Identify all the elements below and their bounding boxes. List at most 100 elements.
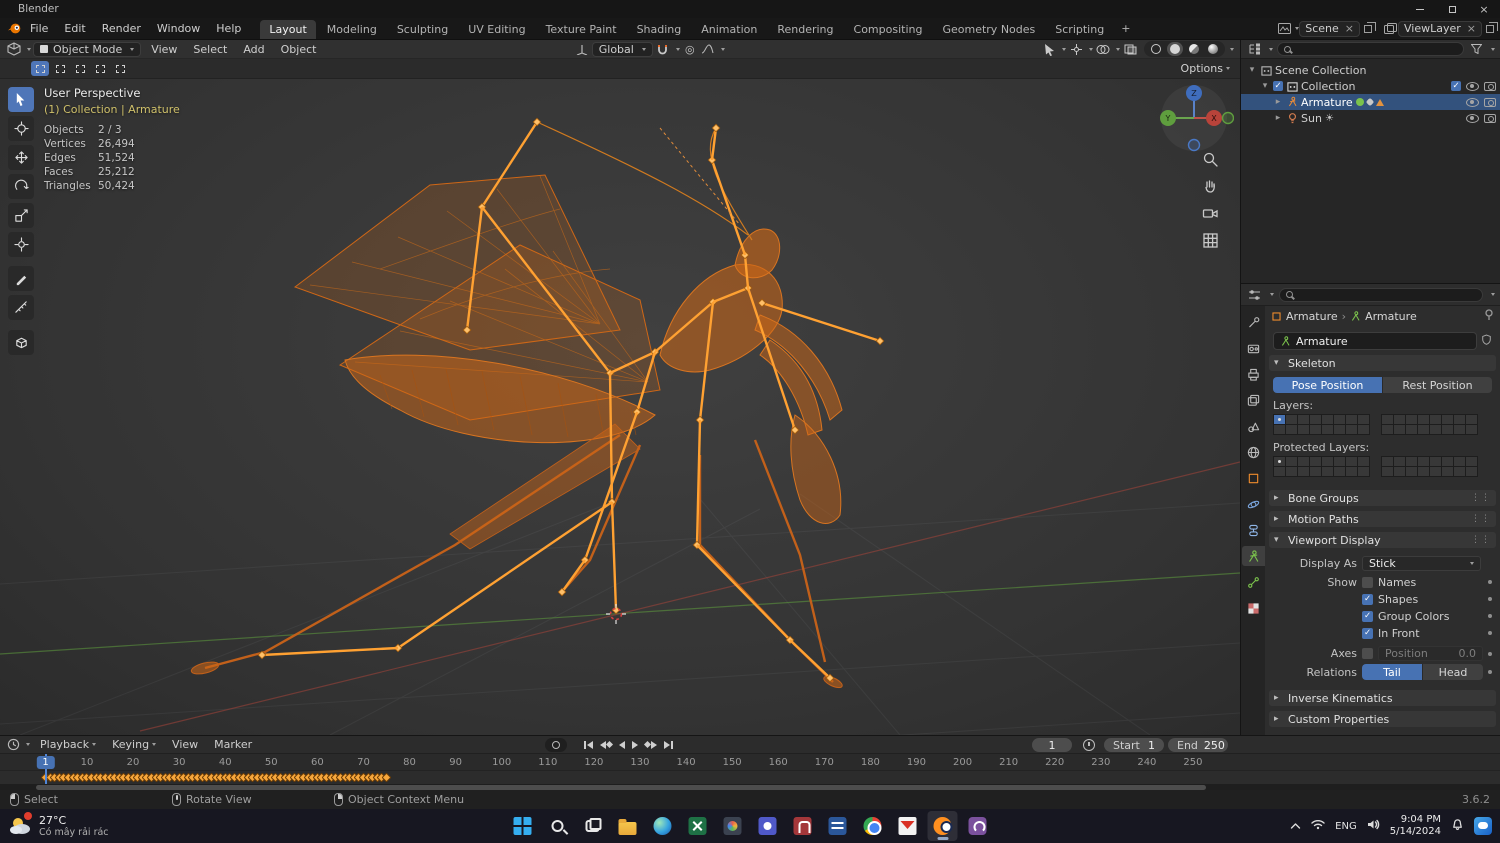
tab-physics[interactable]: [1242, 494, 1265, 514]
animate-dot[interactable]: [1488, 631, 1492, 635]
orientation-dropdown[interactable]: Global: [591, 41, 653, 57]
panel-custom-properties[interactable]: ▸ Custom Properties: [1269, 711, 1496, 727]
filter-funnel-icon[interactable]: [1468, 41, 1484, 57]
shading-solid-icon[interactable]: [1167, 42, 1183, 56]
tab-texture[interactable]: [1242, 598, 1265, 618]
select-mode-invert-icon[interactable]: [91, 61, 109, 76]
axes-position-field[interactable]: Position 0.0: [1378, 646, 1483, 661]
tab-view-layer[interactable]: [1242, 390, 1265, 410]
workspace-tab-layout[interactable]: Layout: [260, 20, 316, 39]
layer-toggle[interactable]: [1322, 457, 1334, 467]
taskbar-excel-icon[interactable]: [683, 811, 713, 841]
layer-toggle[interactable]: [1430, 467, 1442, 477]
head-button[interactable]: Head: [1422, 664, 1483, 680]
workspace-tab-shading[interactable]: Shading: [628, 20, 691, 39]
taskbar-edge-icon[interactable]: [648, 811, 678, 841]
workspace-tab-modeling[interactable]: Modeling: [318, 20, 386, 39]
display-as-dropdown[interactable]: Stick: [1362, 556, 1481, 571]
tool-add-cube[interactable]: [8, 330, 34, 355]
expander-icon[interactable]: ▸: [1273, 97, 1283, 107]
layer-toggle[interactable]: [1298, 425, 1310, 435]
widgets-icon[interactable]: [1474, 817, 1492, 835]
taskbar-photos-icon[interactable]: [718, 811, 748, 841]
play-reverse-button[interactable]: [617, 738, 627, 752]
tab-object-data[interactable]: [1241, 546, 1265, 566]
panel-viewport-display[interactable]: ▾ Viewport Display ⋮⋮: [1269, 532, 1496, 548]
tool-transform[interactable]: [8, 232, 34, 257]
layer-toggle[interactable]: [1418, 457, 1430, 467]
tool-select-box[interactable]: [8, 87, 34, 112]
zoom-icon[interactable]: [1202, 151, 1219, 171]
taskbar-access-icon[interactable]: [788, 811, 818, 841]
layer-toggle[interactable]: [1346, 467, 1358, 477]
layer-toggle[interactable]: [1418, 415, 1430, 425]
group-colors-checkbox[interactable]: [1362, 610, 1373, 622]
tab-render[interactable]: [1242, 338, 1265, 358]
layer-toggle[interactable]: [1406, 425, 1418, 435]
select-mode-subtract-icon[interactable]: [71, 61, 89, 76]
snap-magnet-icon[interactable]: [655, 41, 671, 57]
frame-end-field[interactable]: End 250: [1168, 738, 1228, 752]
layer-toggle[interactable]: [1382, 415, 1394, 425]
options-button[interactable]: Options: [1177, 62, 1234, 75]
tab-bone[interactable]: [1242, 572, 1265, 592]
select-mode-intersect-icon[interactable]: [111, 61, 129, 76]
layer-toggle[interactable]: [1274, 415, 1286, 425]
layer-toggle[interactable]: [1286, 467, 1298, 477]
add-workspace-button[interactable]: +: [1114, 22, 1137, 35]
mode-dropdown[interactable]: Object Mode: [33, 41, 142, 57]
tab-scene[interactable]: [1242, 416, 1265, 436]
workspace-tab-sculpting[interactable]: Sculpting: [388, 20, 457, 39]
outliner-editor-icon[interactable]: [1246, 41, 1262, 57]
layer-toggle[interactable]: [1394, 457, 1406, 467]
proportional-edit-icon[interactable]: ◎: [682, 41, 698, 57]
disable-render-icon[interactable]: [1484, 113, 1496, 123]
outliner-row-collection[interactable]: ▾ Collection: [1241, 78, 1500, 94]
tray-chevron-up-icon[interactable]: [1290, 820, 1301, 833]
layer-toggle[interactable]: [1298, 457, 1310, 467]
workspace-tab-uv-editing[interactable]: UV Editing: [459, 20, 534, 39]
layer-toggle[interactable]: [1406, 467, 1418, 477]
editor-type-icon[interactable]: [6, 41, 22, 57]
exclude-checkbox[interactable]: [1451, 81, 1461, 91]
tail-button[interactable]: Tail: [1362, 664, 1422, 680]
menu-edit[interactable]: Edit: [56, 22, 93, 35]
taskbar-gmail-icon[interactable]: [893, 811, 923, 841]
close-button[interactable]: ×: [1468, 0, 1500, 18]
selectability-icon[interactable]: [1041, 41, 1057, 57]
animate-dot[interactable]: [1488, 670, 1492, 674]
tool-scale[interactable]: [8, 203, 34, 228]
workspace-tab-geometry-nodes[interactable]: Geometry Nodes: [933, 20, 1044, 39]
outliner-row-armature[interactable]: ▸ Armature: [1241, 94, 1500, 110]
shading-material-icon[interactable]: [1186, 42, 1202, 56]
keying-stopwatch-icon[interactable]: [1083, 739, 1095, 751]
workspace-tab-texture-paint[interactable]: Texture Paint: [537, 20, 626, 39]
scene-selector[interactable]: Scene ×: [1299, 20, 1360, 37]
workspace-tab-scripting[interactable]: Scripting: [1046, 20, 1113, 39]
pin-icon[interactable]: [1484, 308, 1494, 324]
layer-toggle[interactable]: [1322, 415, 1334, 425]
gizmos-icon[interactable]: [1068, 41, 1084, 57]
view-layer-selector[interactable]: ViewLayer ×: [1398, 20, 1482, 37]
layer-toggle[interactable]: [1430, 425, 1442, 435]
layer-toggle[interactable]: [1454, 425, 1466, 435]
taskbar-file-explorer-icon[interactable]: [613, 811, 643, 841]
tool-cursor[interactable]: [8, 116, 34, 141]
layer-toggle[interactable]: [1454, 457, 1466, 467]
frame-start-field[interactable]: Start 1: [1104, 738, 1164, 752]
view-layer-icon[interactable]: [1382, 21, 1398, 37]
navigation-gizmo[interactable]: Z Y X: [1154, 81, 1235, 162]
layer-toggle[interactable]: [1442, 415, 1454, 425]
layer-toggle[interactable]: [1322, 467, 1334, 477]
layer-toggle[interactable]: [1394, 467, 1406, 477]
panel-motion-paths[interactable]: ▸ Motion Paths ⋮⋮: [1269, 511, 1496, 527]
perspective-grid-icon[interactable]: [1202, 232, 1219, 252]
layer-toggle[interactable]: [1286, 457, 1298, 467]
layer-toggle[interactable]: [1274, 467, 1286, 477]
viewport-menu-object[interactable]: Object: [273, 43, 325, 56]
expander-icon[interactable]: ▾: [1260, 81, 1270, 91]
layer-toggle[interactable]: [1418, 425, 1430, 435]
gizmo-y-neg[interactable]: [1221, 111, 1235, 125]
shading-wireframe-icon[interactable]: [1148, 42, 1164, 56]
keyframe-diamond[interactable]: [381, 772, 392, 783]
